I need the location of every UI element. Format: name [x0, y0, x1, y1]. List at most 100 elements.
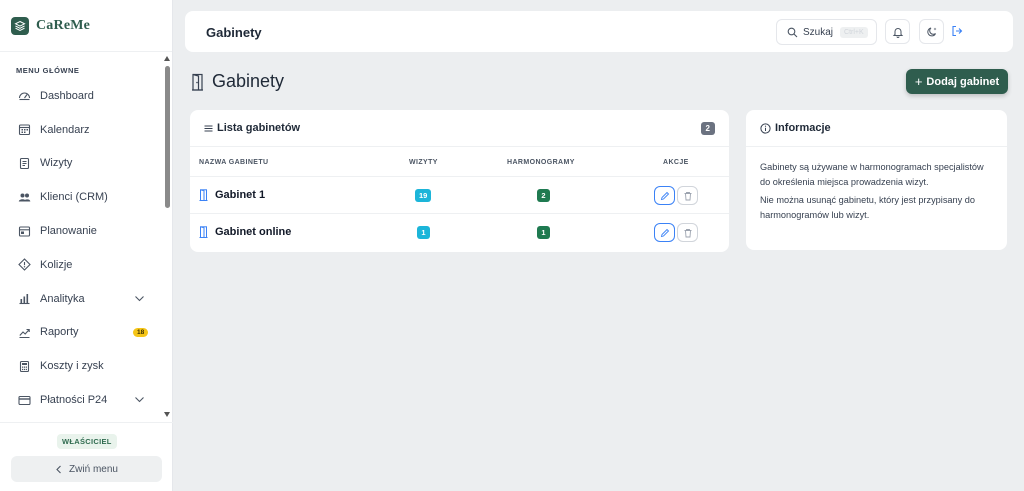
warning-diamond-icon	[18, 258, 31, 272]
trash-icon	[683, 228, 693, 238]
chevron-left-icon	[55, 465, 63, 474]
card-icon	[18, 394, 31, 407]
sidebar-item-dashboard[interactable]: Dashboard	[0, 79, 163, 113]
sidebar-item-label: Raporty	[40, 326, 79, 339]
rooms-list-card: Lista gabinetów 2 NAZWA GABINETU WIZYTY …	[190, 110, 729, 252]
column-header: HARMONOGRAMY	[507, 159, 575, 166]
topbar-title: Gabinety	[206, 25, 262, 40]
search-shortcut: Ctrl+K	[840, 26, 868, 38]
sidebar-item-planowanie[interactable]: Planowanie	[0, 214, 163, 248]
rooms-list-title: Lista gabinetów	[217, 122, 301, 134]
list-icon	[204, 124, 213, 133]
info-paragraph: Gabinety są używane w harmonogramach spe…	[760, 162, 984, 187]
sidebar-item-label: Analityka	[40, 292, 85, 305]
sidebar-item-label: Wizyty	[40, 157, 73, 170]
chevron-down-icon	[134, 394, 145, 408]
column-header: AKCJE	[663, 159, 689, 166]
scroll-down-arrow-icon[interactable]	[164, 412, 170, 417]
add-room-button[interactable]: + Dodaj gabinet	[906, 69, 1008, 94]
delete-button[interactable]	[677, 186, 698, 205]
sidebar: CaReMe MENU GŁÓWNE Dashboard Kalendarz W…	[0, 0, 173, 491]
bar-chart-icon	[18, 292, 31, 305]
table-row: Gabinet 1 19 2	[190, 177, 729, 214]
collapse-menu-button[interactable]: Zwiń menu	[11, 456, 162, 482]
info-body: Gabinety są używane w harmonogramach spe…	[746, 147, 1007, 222]
door-icon	[199, 189, 208, 201]
room-name-cell: Gabinet 1	[199, 189, 265, 201]
gauge-icon	[18, 89, 31, 102]
column-header: NAZWA GABINETU	[199, 159, 269, 166]
info-paragraph: Nie można usunąć gabinetu, który jest pr…	[760, 195, 976, 220]
brand[interactable]: CaReMe	[0, 0, 172, 52]
add-room-label: Dodaj gabinet	[926, 75, 1000, 88]
search-label: Szukaj	[803, 26, 834, 38]
edit-button[interactable]	[654, 186, 675, 205]
pencil-icon	[660, 228, 670, 238]
chevron-down-icon	[134, 293, 145, 307]
info-card-header: Informacje	[746, 110, 1007, 147]
calculator-icon	[18, 360, 31, 373]
room-name[interactable]: Gabinet 1	[215, 189, 265, 201]
trash-icon	[683, 191, 693, 201]
main-menu: Dashboard Kalendarz Wizyty Klienci (CRM)…	[0, 79, 163, 417]
moon-icon	[926, 26, 938, 38]
sidebar-footer: WŁAŚCICIEL Zwiń menu	[0, 422, 173, 491]
info-circle-icon	[760, 122, 771, 134]
role-badge: WŁAŚCICIEL	[57, 434, 117, 449]
search-icon	[787, 27, 798, 38]
logout-button[interactable]	[951, 25, 963, 37]
theme-toggle-button[interactable]	[919, 19, 944, 44]
plus-icon: +	[914, 74, 923, 89]
sidebar-item-wizyty[interactable]: Wizyty	[0, 147, 163, 181]
room-name[interactable]: Gabinet online	[215, 226, 291, 238]
table-row: Gabinet online 1 1	[190, 214, 729, 251]
edit-button[interactable]	[654, 223, 675, 242]
visits-count-badge: 1	[417, 226, 430, 239]
info-card: Informacje Gabinety są używane w harmono…	[746, 110, 1007, 250]
clipboard-icon	[18, 157, 31, 170]
sidebar-item-label: Klienci (CRM)	[40, 191, 108, 204]
users-icon	[18, 191, 31, 204]
sidebar-scroll-thumb[interactable]	[165, 66, 170, 208]
door-icon	[191, 73, 204, 91]
room-name-cell: Gabinet online	[199, 226, 291, 238]
sidebar-item-label: Kolizje	[40, 258, 73, 271]
brand-name: CaReMe	[36, 17, 91, 33]
schedules-count-badge: 1	[537, 226, 550, 239]
sidebar-item-koszty[interactable]: Koszty i zysk	[0, 349, 163, 383]
info-title: Informacje	[775, 122, 831, 134]
table-header: NAZWA GABINETU WIZYTY HARMONOGRAMY AKCJE	[190, 147, 729, 177]
calendar-icon	[18, 123, 31, 136]
reports-count-badge: 18	[133, 327, 149, 337]
rooms-list-header: Lista gabinetów 2	[190, 110, 729, 147]
sidebar-item-analityka[interactable]: Analityka	[0, 282, 163, 316]
scroll-up-arrow-icon[interactable]	[164, 56, 170, 61]
brand-logo-icon	[11, 16, 29, 35]
sidebar-item-klienci[interactable]: Klienci (CRM)	[0, 180, 163, 214]
menu-section-title: MENU GŁÓWNE	[16, 66, 80, 75]
window-icon	[18, 225, 31, 238]
pencil-icon	[660, 191, 670, 201]
notifications-button[interactable]	[885, 19, 910, 44]
door-icon	[199, 226, 208, 238]
column-header: WIZYTY	[409, 159, 438, 166]
topbar: Gabinety Szukaj Ctrl+K	[185, 11, 1013, 52]
delete-button[interactable]	[677, 223, 698, 242]
sidebar-item-raporty[interactable]: Raporty 18	[0, 316, 163, 350]
sidebar-item-label: Planowanie	[40, 225, 97, 238]
logout-icon	[951, 25, 963, 37]
visits-count-badge: 19	[415, 189, 432, 202]
trend-icon	[18, 326, 31, 339]
search-button[interactable]: Szukaj Ctrl+K	[776, 19, 877, 45]
sidebar-item-kolizje[interactable]: Kolizje	[0, 248, 163, 282]
sidebar-item-label: Płatności P24	[40, 394, 108, 407]
sidebar-item-platnosci[interactable]: Płatności P24	[0, 383, 163, 417]
sidebar-item-label: Koszty i zysk	[40, 360, 104, 373]
page-title: Gabinety	[191, 71, 284, 92]
schedules-count-badge: 2	[537, 189, 550, 202]
sidebar-item-label: Kalendarz	[40, 123, 90, 136]
sidebar-item-label: Dashboard	[40, 89, 94, 102]
sidebar-item-kalendarz[interactable]: Kalendarz	[0, 113, 163, 147]
page-title-text: Gabinety	[212, 71, 285, 91]
rooms-count-badge: 2	[700, 122, 715, 135]
